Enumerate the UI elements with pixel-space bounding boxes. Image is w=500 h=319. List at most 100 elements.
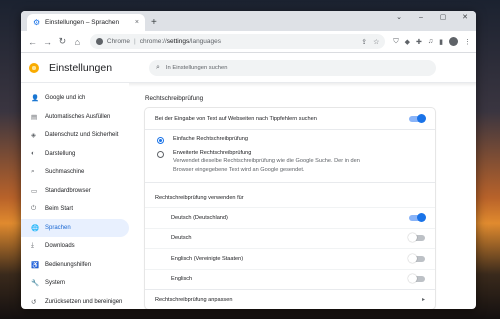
language-row-de-de[interactable]: Deutsch (Deutschland) — [145, 207, 435, 228]
tab-settings[interactable]: ⚙ Einstellungen – Sprachen × — [27, 14, 145, 31]
radio-enhanced-text: Erweiterte Rechtschreibprüfung Verwendet… — [173, 150, 360, 174]
sidebar-item-system[interactable]: 🔧 System — [21, 274, 129, 292]
reload-icon[interactable]: ↻ — [56, 36, 69, 47]
sidebar-item-search-engine[interactable]: ⌕ Suchmaschine — [21, 163, 129, 181]
palette-icon: ◐ — [31, 150, 35, 157]
extension-dark-icon[interactable]: ◆ — [405, 38, 410, 46]
person-icon: 👤 — [31, 95, 40, 102]
settings-header: Einstellungen ⌕ In Einstellungen suchen — [21, 53, 476, 83]
radio-enhanced[interactable] — [157, 151, 164, 158]
spellcheck-main-toggle[interactable] — [409, 113, 426, 123]
customize-spellcheck-row[interactable]: Rechtschreibprüfung anpassen ▸ — [145, 289, 435, 309]
home-icon[interactable]: ⌂ — [71, 37, 84, 47]
extensions-puzzle-icon[interactable]: ✚ — [416, 38, 422, 46]
language-label: Deutsch (Deutschland) — [171, 214, 228, 221]
language-toggle[interactable] — [408, 253, 425, 263]
sidebar-item-label: Suchmaschine — [45, 169, 85, 175]
sidebar-item-label: Zurücksetzen und bereinigen — [45, 298, 123, 305]
wrench-icon: 🔧 — [31, 280, 40, 287]
browser-window: ⚙ Einstellungen – Sprachen × + ⌄ – ▢ ✕ ←… — [21, 11, 476, 309]
sidebar-item-appearance[interactable]: ◐ Darstellung — [21, 145, 129, 163]
language-row-en-us[interactable]: Englisch (Vereinigte Staaten) — [145, 248, 435, 269]
settings-brand: Einstellungen — [21, 62, 141, 74]
power-icon: ⏻ — [31, 205, 37, 212]
section-title-spellcheck: Rechtschreibprüfung — [145, 95, 204, 102]
languages-sublabel: Rechtschreibprüfung verwenden für — [145, 182, 435, 207]
globe-icon: 🌐 — [31, 224, 40, 232]
radio-enhanced-label: Erweiterte Rechtschreibprüfung — [173, 150, 252, 156]
search-icon: ⌕ — [31, 168, 35, 175]
spellcheck-main-label: Bei der Eingabe von Text auf Webseiten n… — [155, 115, 317, 122]
tab-strip: ⚙ Einstellungen – Sprachen × + ⌄ – ▢ ✕ — [21, 11, 476, 31]
radio-enhanced-desc-1: Verwendet dieselbe Rechtschreibprüfung w… — [173, 158, 360, 164]
menu-kebab-icon[interactable]: ⋮ — [464, 38, 471, 46]
back-icon[interactable]: ← — [26, 37, 39, 47]
radio-basic-spellcheck[interactable]: Einfache Rechtschreibprüfung — [145, 130, 435, 144]
language-label: Englisch (Vereinigte Staaten) — [171, 255, 244, 262]
window-controls: ⌄ – ▢ ✕ — [388, 11, 476, 25]
sidebar-item-google[interactable]: 👤 Google und ich — [21, 89, 129, 107]
settings-main: Rechtschreibprüfung Bei der Eingabe von … — [129, 83, 476, 309]
spellcheck-main-row[interactable]: Bei der Eingabe von Text auf Webseiten n… — [145, 108, 435, 130]
language-toggle[interactable] — [408, 274, 425, 284]
extension-shield-icon[interactable]: ⛉ — [393, 38, 398, 46]
browser-icon: ▭ — [31, 187, 38, 195]
sidebar-item-label: Automatisches Ausfüllen — [45, 113, 111, 120]
sidebar-item-label: Google und ich — [45, 95, 86, 101]
tab-search-button[interactable]: ⌄ — [388, 11, 410, 25]
search-icon: ⌕ — [156, 63, 160, 71]
language-toggle[interactable] — [409, 212, 426, 222]
url-path: /languages — [189, 38, 222, 45]
url-host: settings — [166, 38, 190, 45]
close-window-button[interactable]: ✕ — [454, 11, 476, 25]
media-icon[interactable]: ♫ — [428, 38, 433, 45]
profile-avatar-icon[interactable] — [448, 37, 458, 46]
sidebar: 👤 Google und ich ▤ Automatisches Ausfüllen… — [21, 83, 129, 309]
clipboard-icon: ▤ — [31, 113, 38, 121]
radio-basic-label: Einfache Rechtschreibprüfung — [173, 136, 248, 142]
sidebar-item-default-browser[interactable]: ▭ Standardbrowser — [21, 182, 129, 200]
search-placeholder: In Einstellungen suchen — [165, 64, 228, 71]
tab-close-icon[interactable]: × — [135, 19, 139, 26]
sidebar-item-privacy[interactable]: ◈ Datenschutz und Sicherheit — [21, 126, 129, 144]
spellcheck-card: Bei der Eingabe von Text auf Webseiten n… — [145, 108, 435, 309]
radio-basic[interactable] — [157, 137, 164, 144]
toolbar-icons: ⛉ ◆ ✚ ♫ ▮ ⋮ — [393, 37, 471, 46]
tab-title: Einstellungen – Sprachen — [45, 19, 120, 26]
minimize-button[interactable]: – — [410, 11, 432, 25]
side-panel-icon[interactable]: ▮ — [439, 38, 443, 46]
sidebar-item-label: Bedienungshilfen — [45, 261, 92, 268]
reset-icon: ↺ — [31, 298, 37, 306]
settings-search-input[interactable]: ⌕ In Einstellungen suchen — [149, 59, 436, 76]
radio-basic-text: Einfache Rechtschreibprüfung — [173, 136, 248, 142]
language-row-en[interactable]: Englisch — [145, 268, 435, 290]
page-title: Einstellungen — [49, 61, 113, 74]
sidebar-item-downloads[interactable]: ⤓ Downloads — [21, 237, 129, 255]
new-tab-button[interactable]: + — [151, 18, 157, 28]
sidebar-item-label: Darstellung — [45, 150, 76, 157]
sidebar-item-label: Sprachen — [45, 224, 71, 231]
maximize-button[interactable]: ▢ — [432, 11, 454, 25]
address-separator: | — [134, 38, 136, 45]
forward-icon[interactable]: → — [41, 37, 54, 47]
sidebar-item-label: Downloads — [45, 243, 75, 249]
radio-enhanced-spellcheck[interactable]: Erweiterte Rechtschreibprüfung Verwendet… — [145, 144, 435, 174]
chrome-logo-icon — [29, 62, 39, 73]
sidebar-item-reset[interactable]: ↺ Zurücksetzen und bereinigen — [21, 293, 129, 310]
sidebar-item-autofill[interactable]: ▤ Automatisches Ausfüllen — [21, 108, 129, 126]
sidebar-item-accessibility[interactable]: ♿ Bedienungshilfen — [21, 256, 129, 274]
address-bar[interactable]: Chrome | chrome://settings/languages ⇪ ☆ — [89, 34, 386, 49]
customize-spellcheck-label: Rechtschreibprüfung anpassen — [155, 296, 233, 303]
omnibox-actions: ⇪ ☆ — [361, 38, 379, 46]
sidebar-item-on-startup[interactable]: ⏻ Beim Start — [21, 200, 129, 218]
share-icon[interactable]: ⇪ — [361, 38, 367, 46]
url-scheme: chrome:// — [139, 38, 167, 45]
language-row-de[interactable]: Deutsch — [145, 227, 435, 249]
bookmark-star-icon[interactable]: ☆ — [373, 38, 379, 46]
settings-content: 👤 Google und ich ▤ Automatisches Ausfüllen… — [21, 83, 476, 309]
sidebar-item-languages[interactable]: 🌐 Sprachen — [21, 218, 129, 237]
download-icon: ⤓ — [31, 242, 34, 249]
shield-icon: ◈ — [31, 132, 36, 139]
accessibility-icon: ♿ — [31, 261, 40, 269]
language-toggle[interactable] — [408, 233, 425, 243]
